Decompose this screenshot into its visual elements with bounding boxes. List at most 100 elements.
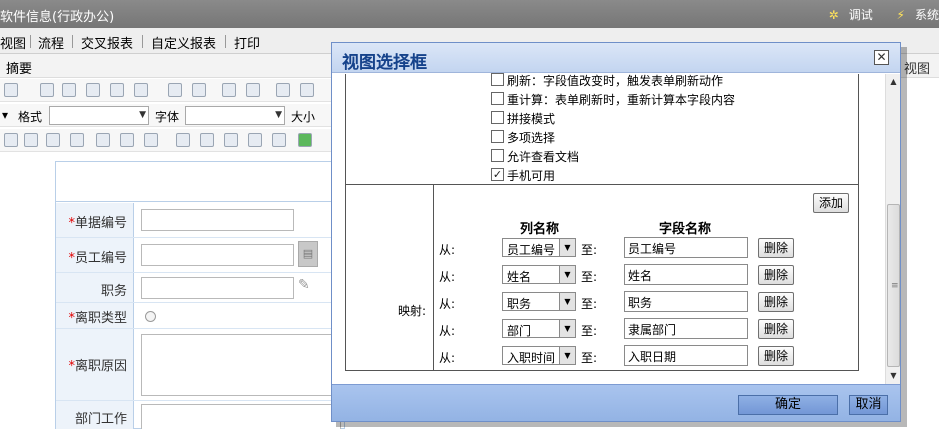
debug-tool[interactable]: ✲ 调试 [819, 8, 873, 22]
green-list-icon[interactable] [298, 133, 312, 147]
option-label: 拼接模式 [507, 112, 556, 126]
field-input[interactable]: 职务 [624, 291, 748, 312]
close-icon[interactable]: ✕ [874, 50, 889, 65]
menu-divider [72, 35, 73, 48]
column-value: 职务 [507, 297, 532, 311]
column-select[interactable]: 部门 ▼ [502, 319, 576, 338]
calendar-icon[interactable] [24, 133, 38, 147]
picker-icon[interactable]: ▤ [298, 241, 318, 267]
copy-icon[interactable] [62, 83, 76, 97]
form-icon[interactable] [4, 133, 18, 147]
menu-flow[interactable]: 流程 [38, 33, 64, 52]
employee-number-input[interactable] [141, 244, 294, 266]
chevron-down-icon[interactable]: ▼ [559, 239, 575, 256]
paste-icon[interactable] [86, 83, 100, 97]
grip-icon: ≡ [891, 281, 899, 291]
refresh-checkbox[interactable] [491, 73, 504, 86]
column-select[interactable]: 姓名 ▼ [502, 265, 576, 284]
system-tool[interactable]: ⚡ 系统 [887, 8, 939, 22]
image-icon[interactable] [200, 133, 214, 147]
scroll-thumb[interactable]: ≡ [887, 204, 900, 367]
chart-icon[interactable] [272, 133, 286, 147]
find-icon[interactable] [222, 83, 236, 97]
field-label: *单据编号 [56, 203, 134, 237]
scroll-down-icon[interactable]: ▼ [886, 368, 901, 384]
field-label: 部门工作 [56, 401, 134, 429]
delete-button[interactable]: 删除 [758, 292, 794, 312]
concat-mode-checkbox[interactable] [491, 111, 504, 124]
position-input[interactable] [141, 277, 294, 299]
chevron-down-icon[interactable]: ▼ [559, 266, 575, 283]
scroll-up-icon[interactable]: ▲ [886, 74, 901, 90]
field-icon[interactable] [248, 133, 262, 147]
form-row: *离职类型 [56, 303, 346, 329]
multi-select-checkbox[interactable] [491, 130, 504, 143]
field-input[interactable]: 入职日期 [624, 345, 748, 366]
table-icon[interactable] [276, 83, 290, 97]
frame-icon[interactable] [144, 133, 158, 147]
menu-print[interactable]: 打印 [234, 33, 260, 52]
tree-icon[interactable] [120, 133, 134, 147]
delete-button[interactable]: 删除 [758, 346, 794, 366]
field-input[interactable]: 员工编号 [624, 237, 748, 258]
editor-toolbar-row-3 [0, 129, 340, 152]
chevron-down-icon[interactable]: ▼ [559, 293, 575, 310]
eraser-icon[interactable] [300, 83, 314, 97]
chevron-down-icon[interactable]: ▼ [559, 320, 575, 337]
menu-view[interactable]: 视图 [0, 33, 26, 52]
undo-icon[interactable] [168, 83, 182, 97]
recalc-checkbox[interactable] [491, 92, 504, 105]
view-link[interactable]: 视图 [904, 58, 930, 77]
paste-text-icon[interactable] [110, 83, 124, 97]
column-select[interactable]: 入职时间 ▼ [502, 346, 576, 365]
page-icon[interactable] [224, 133, 238, 147]
view-select-dialog: 视图选择框 ✕ 刷新：字段值改变时，触发表单刷新动作 重计算：表单刷新时，重新计… [331, 42, 901, 422]
section-divider [346, 184, 858, 185]
leave-type-radio[interactable] [145, 311, 156, 322]
cancel-button[interactable]: 取消 [849, 395, 888, 415]
summary-tab[interactable]: 摘要 [6, 58, 32, 77]
vertical-scrollbar[interactable]: ▲ ≡ ▼ [885, 74, 900, 384]
font-select[interactable]: ▼ [185, 106, 285, 125]
editor-toolbar-row-2: ▾ 格式 ▼ 字体 ▼ 大小 [0, 104, 340, 127]
chevron-down-icon[interactable]: ▼ [559, 347, 575, 364]
view-doc-checkbox[interactable] [491, 149, 504, 162]
delete-button[interactable]: 删除 [758, 238, 794, 258]
dept-work-input[interactable] [141, 404, 341, 429]
field-input[interactable]: 隶属部门 [624, 318, 748, 339]
leave-reason-textarea[interactable] [141, 334, 341, 396]
to-label: 至: [581, 297, 598, 311]
redo-icon[interactable] [192, 83, 206, 97]
delete-button[interactable]: 删除 [758, 319, 794, 339]
add-button[interactable]: 添加 [813, 193, 849, 213]
option-label: 允许查看文档 [507, 150, 580, 164]
form-area: *单据编号 *员工编号 ▤ 职务 ✎ *离职类型 *离职原因 部门工作 [0, 154, 346, 429]
dialog-title: 视图选择框 [342, 53, 427, 73]
gear-icon: ✲ [828, 8, 839, 22]
bank-icon[interactable] [70, 133, 84, 147]
from-label: 从: [439, 243, 456, 257]
doc-number-input[interactable] [141, 209, 294, 231]
link-icon[interactable] [96, 133, 110, 147]
column-value: 部门 [507, 324, 532, 338]
paperclip-icon[interactable]: ✎ [298, 277, 310, 293]
column-select[interactable]: 职务 ▼ [502, 292, 576, 311]
column-select[interactable]: 员工编号 ▼ [502, 238, 576, 257]
editor-toolbar-row-1 [0, 79, 340, 102]
mobile-checkbox[interactable]: ✓ [491, 168, 504, 181]
format-select[interactable]: ▼ [49, 106, 149, 125]
field-input[interactable]: 姓名 [624, 264, 748, 285]
ok-button[interactable]: 确定 [738, 395, 838, 415]
document-icon[interactable] [4, 83, 18, 97]
field-label-text: 职务 [100, 284, 127, 299]
field-label-text: 部门工作 [74, 412, 127, 427]
list-icon[interactable] [46, 133, 60, 147]
menu-cross-report[interactable]: 交叉报表 [81, 33, 133, 52]
hr-icon[interactable] [176, 133, 190, 147]
paste-word-icon[interactable] [134, 83, 148, 97]
replace-icon[interactable] [246, 83, 260, 97]
from-label: 从: [439, 324, 456, 338]
menu-custom-report[interactable]: 自定义报表 [151, 33, 216, 52]
cut-icon[interactable] [40, 83, 54, 97]
delete-button[interactable]: 删除 [758, 265, 794, 285]
